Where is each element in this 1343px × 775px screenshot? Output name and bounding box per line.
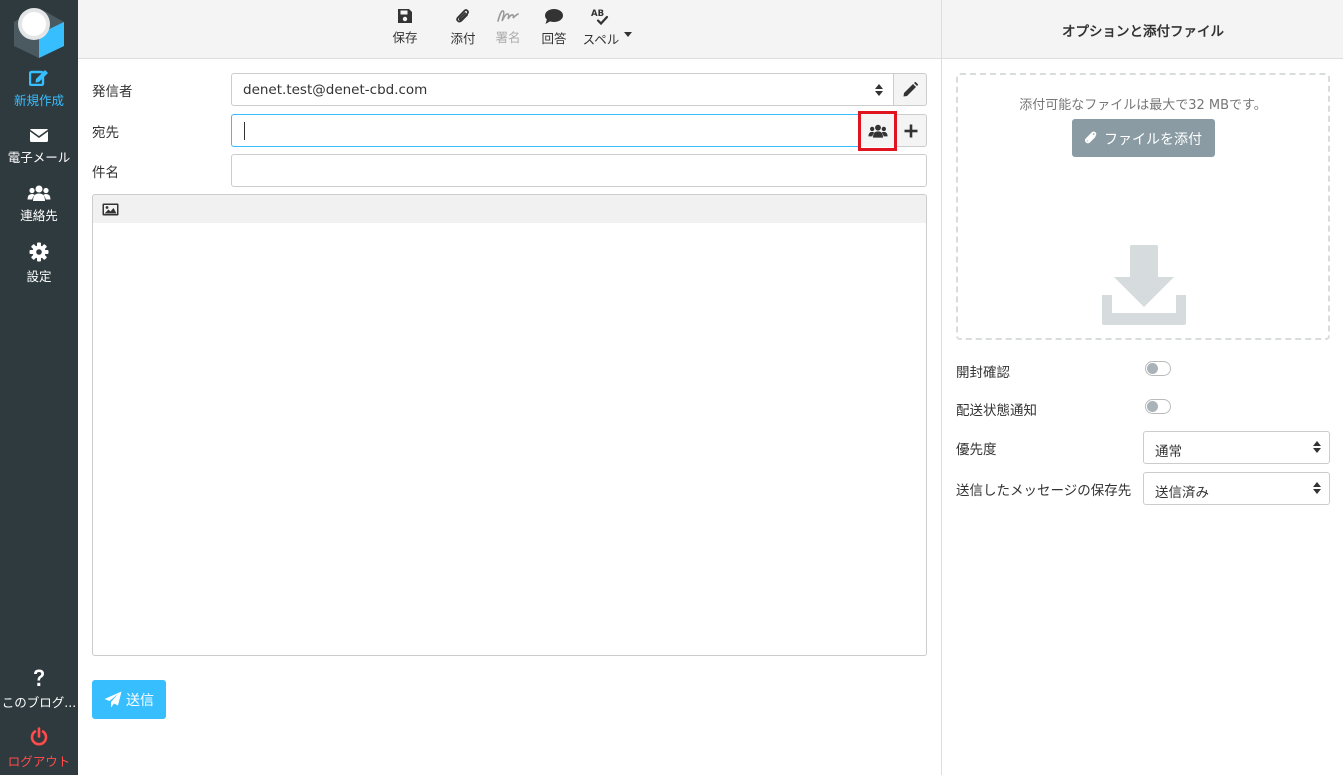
nav-about[interactable]: このブログ... (0, 668, 78, 711)
send-label: 送信 (126, 693, 154, 709)
dsn-label: 配送状態通知 (956, 403, 1037, 419)
logo-icon[interactable] (12, 4, 66, 58)
toggle-knob (1147, 401, 1158, 412)
nav-contacts[interactable]: 連絡先 (0, 185, 78, 224)
nav-about-label: このブログ... (1, 695, 77, 710)
nav-logout[interactable]: ログアウト (0, 727, 78, 770)
attach-file-label: ファイルを添付 (1104, 132, 1202, 148)
nav-settings-label: 設定 (26, 269, 52, 284)
attach-file-button[interactable]: ファイルを添付 (1072, 119, 1215, 157)
save-sent-select[interactable]: 送信済み (1143, 472, 1330, 505)
attach-toolbar-button[interactable]: 添付 (448, 8, 478, 47)
editor-toolbar (92, 194, 927, 224)
priority-label: 優先度 (956, 442, 997, 458)
options-title: オプションと添付ファイル (1062, 24, 1224, 40)
options-header: オプションと添付ファイル (941, 0, 1343, 59)
spell-button[interactable]: AB スペル (581, 8, 621, 48)
spell-label: スペル (582, 32, 620, 47)
signature-button[interactable]: 署名 (493, 8, 523, 46)
responses-label: 回答 (541, 31, 567, 46)
spell-dropdown-icon[interactable] (624, 26, 632, 41)
save-sent-value: 送信済み (1155, 485, 1209, 501)
sidebar: 新規作成 電子メール 連絡先 設定 このブログ... ログアウト (0, 0, 78, 775)
image-icon[interactable] (102, 203, 119, 216)
subject-input[interactable] (231, 154, 927, 187)
save-button[interactable]: 保存 (388, 8, 422, 46)
save-icon (398, 9, 412, 23)
read-receipt-toggle[interactable] (1145, 361, 1171, 376)
nav-logout-label: ログアウト (7, 754, 71, 769)
nav-mail[interactable]: 電子メール (0, 127, 78, 166)
nav-compose[interactable]: 新規作成 (0, 68, 78, 109)
pencil-icon (903, 82, 918, 97)
power-icon (30, 727, 48, 746)
send-button[interactable]: 送信 (92, 680, 166, 719)
from-label: 発信者 (92, 84, 133, 100)
save-label: 保存 (392, 30, 418, 45)
to-label: 宛先 (92, 125, 119, 141)
envelope-icon (29, 129, 49, 142)
signature-label: 署名 (495, 30, 521, 45)
priority-select[interactable]: 通常 (1143, 431, 1330, 464)
compose-icon (29, 70, 48, 86)
read-receipt-label: 開封確認 (956, 365, 1010, 381)
add-header-button[interactable] (894, 114, 927, 147)
paperclip-icon (456, 9, 469, 23)
nav-contacts-label: 連絡先 (20, 208, 58, 223)
save-sent-label: 送信したメッセージの保存先 (956, 483, 1132, 499)
gear-icon (29, 242, 49, 262)
sort-icon (875, 84, 883, 96)
attachment-dropzone[interactable]: 添付可能なファイルは最大で32 MBです。 ファイルを添付 (956, 73, 1330, 340)
users-icon (27, 185, 51, 201)
from-select[interactable]: denet.test@denet-cbd.com (231, 73, 894, 106)
compose-toolbar: 保存 添付 署名 回答 AB スペル (78, 0, 941, 59)
dsn-toggle[interactable] (1145, 399, 1171, 414)
subject-label: 件名 (92, 165, 119, 181)
paper-plane-icon (104, 691, 122, 708)
attachment-hint: 添付可能なファイルは最大で32 MBです。 (1019, 98, 1267, 113)
highlight-box (858, 111, 897, 151)
svg-text:AB: AB (591, 9, 604, 19)
text-cursor (244, 122, 245, 140)
question-icon (34, 669, 44, 686)
spellcheck-icon: AB (591, 9, 609, 26)
nav-mail-label: 電子メール (7, 150, 71, 165)
comment-icon (545, 9, 563, 24)
edit-identity-button[interactable] (893, 73, 927, 106)
to-input[interactable] (231, 114, 895, 147)
nav-compose-label: 新規作成 (13, 93, 64, 108)
attach-toolbar-label: 添付 (450, 31, 476, 46)
toggle-knob (1147, 363, 1158, 374)
nav-settings[interactable]: 設定 (0, 242, 78, 285)
priority-value: 通常 (1155, 444, 1182, 460)
paperclip-icon (1084, 131, 1097, 144)
sort-icon (1313, 482, 1321, 494)
from-value: denet.test@denet-cbd.com (243, 82, 428, 98)
message-body-editor[interactable] (92, 223, 927, 656)
responses-button[interactable]: 回答 (539, 8, 569, 47)
sort-icon (1313, 441, 1321, 453)
signature-icon (497, 10, 519, 22)
download-icon (1102, 245, 1186, 325)
plus-icon (904, 124, 918, 138)
